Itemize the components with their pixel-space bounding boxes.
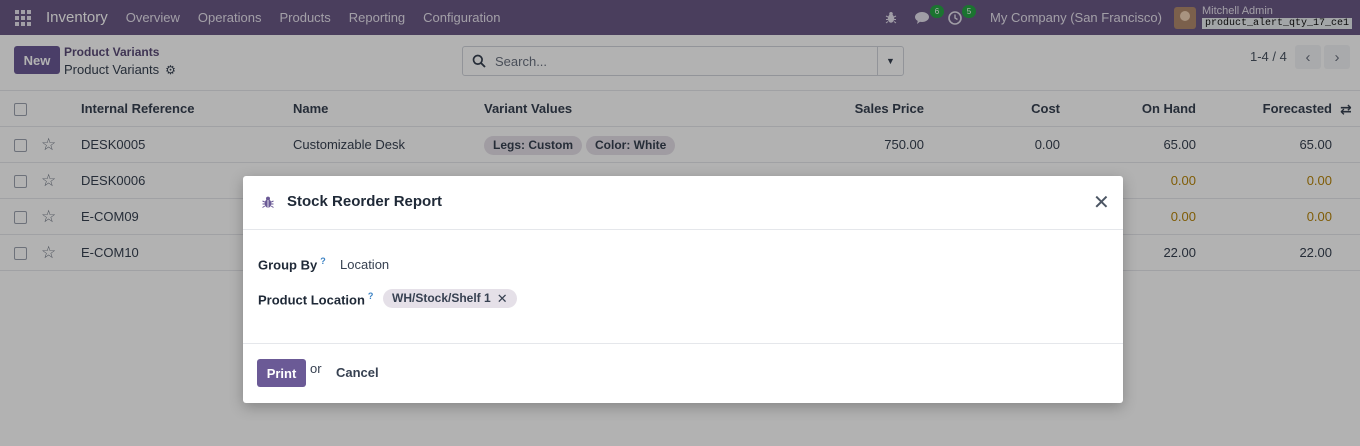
group-by-select[interactable]: Location — [340, 257, 389, 272]
help-tooltip-icon[interactable]: ? — [320, 256, 326, 266]
modal-body: Group By? Location Product Location? WH/… — [243, 231, 1123, 343]
or-text: or — [310, 361, 322, 376]
product-location-tag: WH/Stock/Shelf 1 ✕ — [383, 289, 517, 308]
remove-tag-icon[interactable]: ✕ — [497, 289, 508, 308]
close-icon[interactable]: ✕ — [1093, 193, 1110, 213]
modal-title: Stock Reorder Report — [287, 193, 443, 210]
modal-header: Stock Reorder Report ✕ — [243, 176, 1123, 230]
print-button[interactable]: Print — [257, 359, 306, 387]
cancel-button[interactable]: Cancel — [336, 365, 379, 380]
debug-bug-icon[interactable] — [261, 195, 275, 209]
stock-reorder-dialog: Stock Reorder Report ✕ Group By? Locatio… — [243, 176, 1123, 403]
modal-footer: Print or Cancel — [243, 343, 1123, 403]
group-by-label: Group By? — [258, 256, 326, 273]
help-tooltip-icon[interactable]: ? — [368, 291, 374, 301]
product-location-tag-label: WH/Stock/Shelf 1 — [392, 291, 491, 305]
product-location-label: Product Location? — [258, 291, 374, 308]
